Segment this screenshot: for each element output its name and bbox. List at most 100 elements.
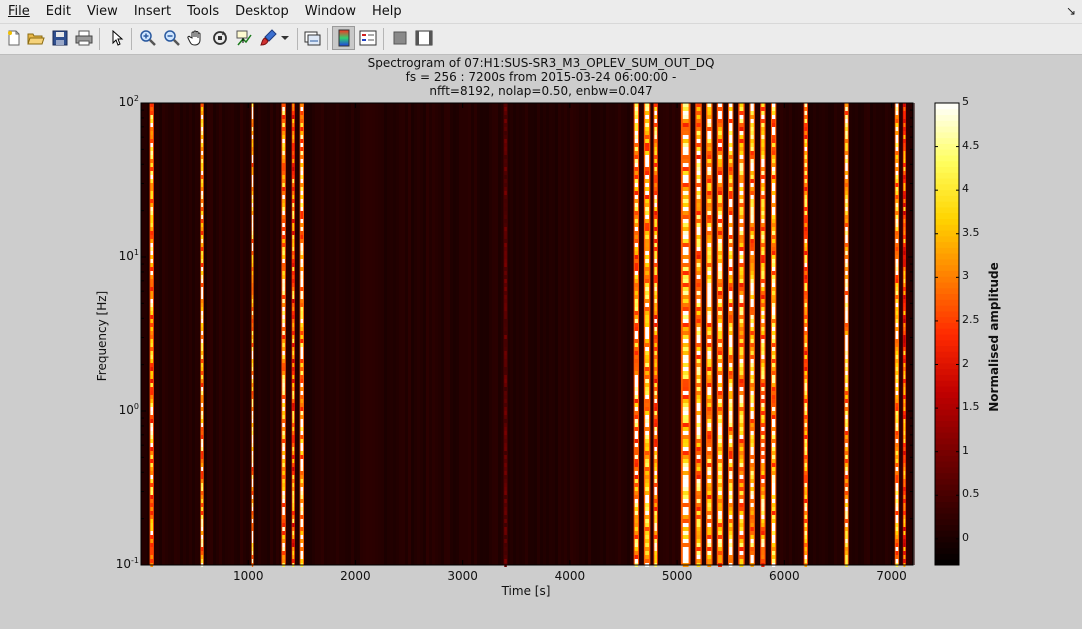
event-cell: [292, 127, 295, 131]
event-cell: [718, 135, 722, 139]
event-cell: [504, 539, 507, 543]
event-cell: [739, 427, 744, 431]
event-cell: [750, 183, 754, 187]
event-cell: [729, 423, 733, 427]
event-cell: [634, 507, 638, 511]
event-cell: [845, 199, 848, 203]
event-cell: [903, 447, 906, 451]
event-cell: [654, 287, 657, 291]
event-cell: [707, 407, 712, 411]
event-cell: [201, 147, 204, 151]
event-cell: [634, 471, 638, 475]
event-cell: [696, 263, 701, 267]
event-cell: [645, 399, 650, 403]
event-cell: [504, 251, 507, 255]
event-cell: [504, 395, 507, 399]
colorbar-segment: [935, 432, 959, 439]
event-cell: [707, 471, 712, 475]
spectrogram-column: [588, 103, 591, 565]
spectrogram-column: [231, 103, 234, 565]
event-cell: [750, 119, 754, 123]
event-cell: [750, 115, 754, 119]
event-cell: [729, 479, 733, 483]
y-tick-label-exponent: -1: [131, 556, 139, 565]
event-cell: [772, 491, 776, 495]
event-cell: [729, 495, 733, 499]
spectrogram-column: [873, 103, 876, 565]
event-cell: [750, 147, 754, 151]
event-cell: [903, 211, 906, 215]
event-cell: [150, 259, 154, 263]
event-cell: [300, 511, 304, 515]
event-cell: [251, 107, 254, 111]
event-cell: [761, 419, 765, 423]
event-cell: [292, 291, 295, 295]
event-cell: [654, 183, 657, 187]
event-cell: [804, 111, 808, 115]
event-cell: [251, 155, 254, 159]
event-cell: [707, 291, 712, 295]
event-cell: [201, 287, 204, 291]
event-cell: [707, 223, 712, 227]
event-cell: [895, 347, 899, 351]
spectrogram-column: [825, 103, 828, 565]
event-cell: [845, 507, 848, 511]
event-cell: [718, 187, 722, 191]
event-cell: [804, 383, 808, 387]
event-cell: [895, 151, 899, 155]
event-cell: [201, 431, 204, 435]
event-cell: [292, 555, 295, 559]
event-cell: [634, 207, 638, 211]
event-cell: [761, 403, 765, 407]
event-cell: [645, 215, 650, 219]
event-cell: [645, 287, 650, 291]
event-cell: [682, 303, 689, 307]
event-cell: [682, 215, 689, 219]
spectrogram-column: [789, 103, 792, 565]
event-cell: [903, 311, 906, 315]
event-cell: [750, 519, 754, 523]
event-cell: [696, 135, 701, 139]
event-cell: [282, 215, 285, 219]
event-cell: [772, 195, 776, 199]
event-cell: [645, 127, 650, 131]
event-cell: [150, 459, 154, 463]
event-cell: [682, 351, 689, 355]
event-cell: [300, 479, 304, 483]
event-cell: [201, 151, 204, 155]
event-cell: [895, 519, 899, 523]
event-cell: [645, 191, 650, 195]
event-cell: [654, 335, 657, 339]
event-cell: [845, 503, 848, 507]
event-cell: [300, 131, 304, 135]
event-cell: [895, 435, 899, 439]
event-cell: [895, 415, 899, 419]
event-cell: [150, 391, 154, 395]
event-cell: [707, 459, 712, 463]
event-cell: [645, 515, 650, 519]
event-cell: [718, 235, 722, 239]
event-cell: [707, 515, 712, 519]
event-cell: [903, 183, 906, 187]
event-cell: [682, 371, 689, 375]
event-cell: [707, 479, 712, 483]
spectrogram-plot[interactable]: [0, 0, 1082, 629]
event-cell: [696, 439, 701, 443]
colorbar-segment: [935, 455, 959, 462]
event-cell: [804, 519, 808, 523]
event-cell: [895, 463, 899, 467]
event-cell: [201, 411, 204, 415]
event-cell: [654, 407, 657, 411]
colorbar-segment: [935, 443, 959, 450]
event-cell: [772, 463, 776, 467]
event-cell: [750, 371, 754, 375]
colorbar-segment: [935, 524, 959, 531]
event-cell: [895, 187, 899, 191]
event-cell: [645, 355, 650, 359]
event-cell: [654, 123, 657, 127]
event-cell: [729, 427, 733, 431]
event-cell: [707, 131, 712, 135]
event-cell: [292, 523, 295, 527]
event-cell: [772, 315, 776, 319]
event-cell: [282, 147, 285, 151]
